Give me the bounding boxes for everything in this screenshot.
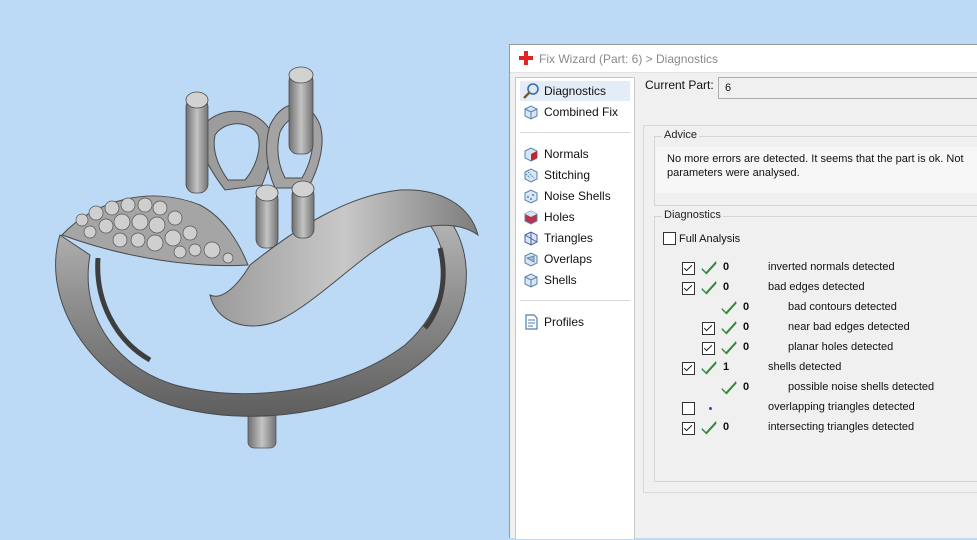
nav-item-noise-shells[interactable]: Noise Shells xyxy=(520,186,630,206)
diagnostic-label: planar holes detected xyxy=(788,341,894,353)
profiles-document-icon xyxy=(525,314,538,330)
diagnostic-label: shells detected xyxy=(768,361,842,373)
green-checkmark-icon xyxy=(721,301,737,315)
red-cross-icon xyxy=(519,51,533,65)
shells-cube-icon xyxy=(524,273,538,288)
green-checkmark-icon xyxy=(701,261,717,275)
diagnostic-label: inverted normals detected xyxy=(768,261,895,273)
nav-item-label: Stitching xyxy=(544,168,591,182)
diagnostics-title: Diagnostics xyxy=(662,209,723,221)
pending-dot-icon xyxy=(709,407,712,410)
nav-item-normals[interactable]: Normals xyxy=(520,144,630,164)
nav-divider xyxy=(520,132,630,133)
overlaps-cube-icon xyxy=(524,252,538,267)
diagnostic-checkbox[interactable] xyxy=(682,422,695,435)
diagnostic-count: 1 xyxy=(723,361,730,373)
diagnostic-count: 0 xyxy=(743,381,750,393)
nav-divider xyxy=(520,300,630,301)
diagnostic-count: 0 xyxy=(743,301,750,313)
current-part-label: Current Part: xyxy=(645,78,714,92)
diagnostic-count: 0 xyxy=(723,281,730,293)
nav-item-label: Triangles xyxy=(544,231,593,245)
green-checkmark-icon xyxy=(721,321,737,335)
nav-item-label: Profiles xyxy=(544,315,585,329)
diagnostic-count: 0 xyxy=(723,261,730,273)
wizard-nav-panel: Diagnostics Combined Fix Normals Stitchi… xyxy=(515,77,635,539)
diagnostic-count: 0 xyxy=(723,421,730,433)
nav-item-profiles[interactable]: Profiles xyxy=(520,312,630,332)
nav-item-label: Diagnostics xyxy=(544,84,607,98)
current-part-value: 6 xyxy=(725,82,732,94)
diagnostic-checkbox[interactable] xyxy=(702,322,715,335)
current-part-field[interactable]: 6 xyxy=(718,77,977,99)
nav-item-label: Shells xyxy=(544,273,577,287)
nav-item-shells[interactable]: Shells xyxy=(520,270,630,290)
nav-item-overlaps[interactable]: Overlaps xyxy=(520,249,630,269)
diagnostic-count: 0 xyxy=(743,341,750,353)
diagnostic-label: bad contours detected xyxy=(788,301,897,313)
diagnostic-checkbox[interactable] xyxy=(682,282,695,295)
nav-item-label: Holes xyxy=(544,210,575,224)
cube-icon xyxy=(524,105,538,120)
title-bar[interactable]: Fix Wizard (Part: 6) > Diagnostics xyxy=(510,45,977,73)
green-checkmark-icon xyxy=(701,281,717,295)
magnifier-icon xyxy=(523,83,539,99)
diagnostic-label: intersecting triangles detected xyxy=(768,421,915,433)
advice-text: No more errors are detected. It seems th… xyxy=(667,153,964,179)
green-checkmark-icon xyxy=(701,421,717,435)
nav-item-label: Noise Shells xyxy=(544,189,611,203)
diagnostic-label: possible noise shells detected xyxy=(788,381,935,393)
advice-group: Advice No more errors are detected. It s… xyxy=(654,129,977,206)
holes-cube-icon xyxy=(524,210,538,225)
green-checkmark-icon xyxy=(721,381,737,395)
diagnostic-label: overlapping triangles detected xyxy=(768,401,915,413)
nav-item-diagnostics[interactable]: Diagnostics xyxy=(520,81,630,101)
diagnostic-checkbox[interactable] xyxy=(702,342,715,355)
noise-shells-cube-icon xyxy=(524,189,538,204)
nav-item-holes[interactable]: Holes xyxy=(520,207,630,227)
diagnostic-checkbox[interactable] xyxy=(682,362,695,375)
green-checkmark-icon xyxy=(701,361,717,375)
fix-wizard-window: Fix Wizard (Part: 6) > Diagnostics Diagn… xyxy=(509,44,977,539)
nav-item-triangles[interactable]: Triangles xyxy=(520,228,630,248)
diagnostic-count: 0 xyxy=(743,321,750,333)
advice-title: Advice xyxy=(662,129,700,141)
ring-model[interactable] xyxy=(0,0,509,537)
normals-cube-icon xyxy=(524,147,538,162)
diagnostic-checkbox[interactable] xyxy=(682,402,695,415)
nav-item-combined-fix[interactable]: Combined Fix xyxy=(520,102,630,122)
nav-item-stitching[interactable]: Stitching xyxy=(520,165,630,185)
green-checkmark-icon xyxy=(721,341,737,355)
diagnostic-checkbox[interactable] xyxy=(682,262,695,275)
stitching-cube-icon xyxy=(524,168,538,183)
nav-item-label: Overlaps xyxy=(544,252,593,266)
triangles-cube-icon xyxy=(524,231,538,246)
full-analysis-checkbox[interactable] xyxy=(663,232,676,245)
nav-item-label: Normals xyxy=(544,147,589,161)
window-title: Fix Wizard (Part: 6) > Diagnostics xyxy=(539,52,719,66)
diagnostic-label: near bad edges detected xyxy=(788,321,910,333)
nav-item-label: Combined Fix xyxy=(544,105,619,119)
diagnostic-label: bad edges detected xyxy=(768,281,865,293)
full-analysis-label: Full Analysis xyxy=(679,233,741,245)
